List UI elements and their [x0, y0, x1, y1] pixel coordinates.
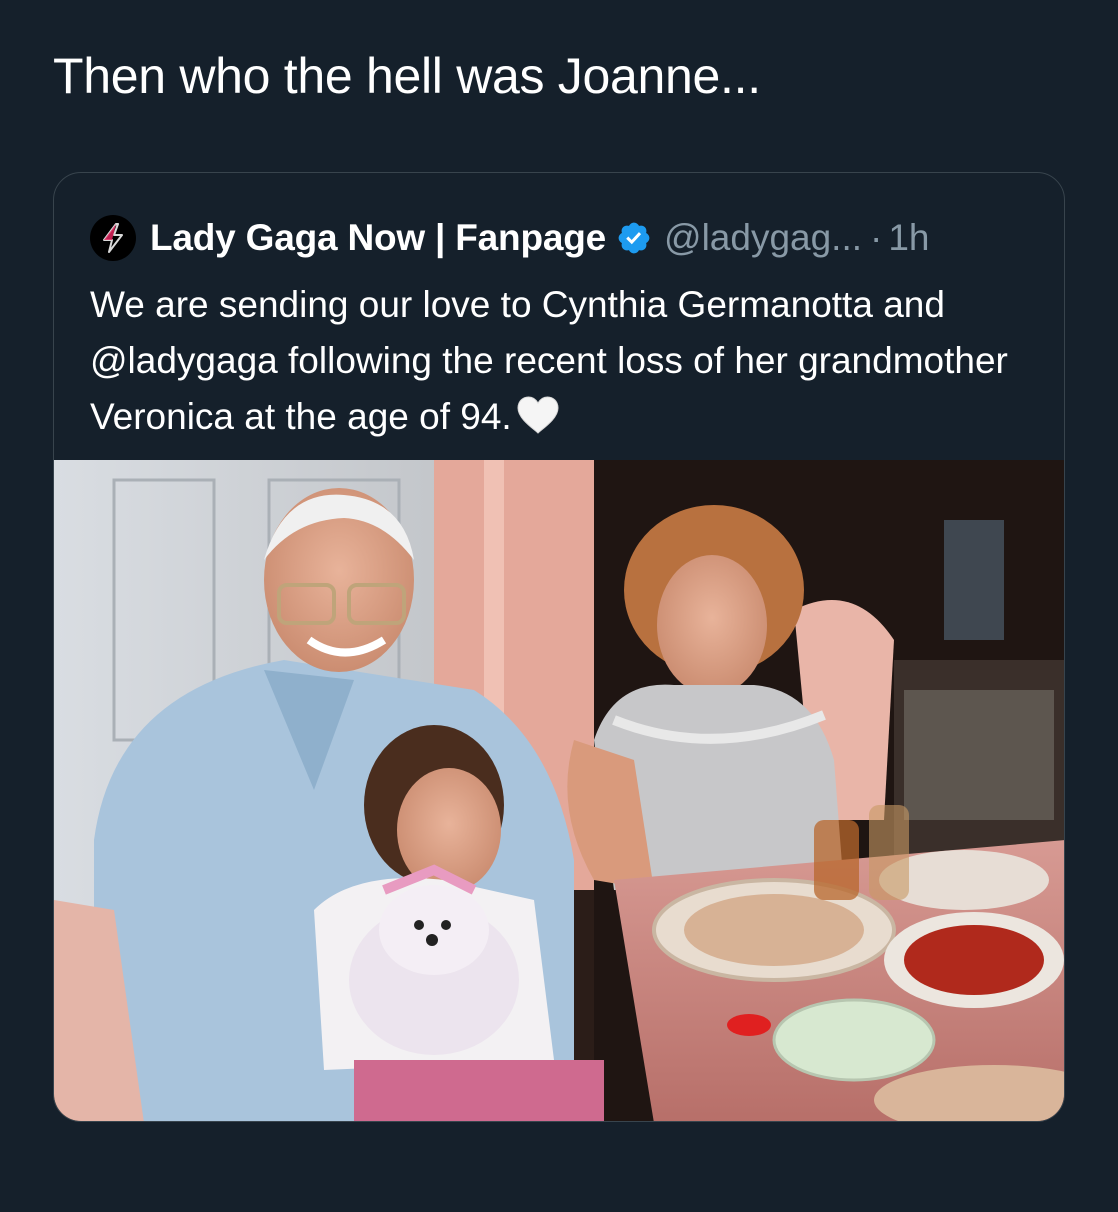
- tweet-footer-metadata-cut-off: [53, 1190, 733, 1212]
- quoted-tweet-card[interactable]: Lady Gaga Now | Fanpage @ladygag... · 1h…: [53, 172, 1065, 1122]
- verified-badge-icon: [618, 222, 650, 254]
- separator-dot: ·: [870, 217, 883, 258]
- lightning-bolt-icon: [103, 223, 123, 253]
- quoted-tweet-body: We are sending our love to Cynthia Germa…: [90, 277, 1040, 451]
- quoted-timestamp[interactable]: 1h: [888, 217, 929, 259]
- family-photo-image: [54, 460, 1064, 1121]
- quoted-handle[interactable]: @ladygag...: [664, 217, 862, 259]
- quoted-tweet-header: Lady Gaga Now | Fanpage @ladygag... · 1h: [90, 215, 930, 261]
- tweet-text: Then who the hell was Joanne...: [53, 48, 761, 104]
- tweet-photo[interactable]: [54, 460, 1064, 1121]
- avatar[interactable]: [90, 215, 136, 261]
- white-heart-icon: [516, 395, 560, 451]
- quoted-display-name[interactable]: Lady Gaga Now | Fanpage: [150, 217, 606, 259]
